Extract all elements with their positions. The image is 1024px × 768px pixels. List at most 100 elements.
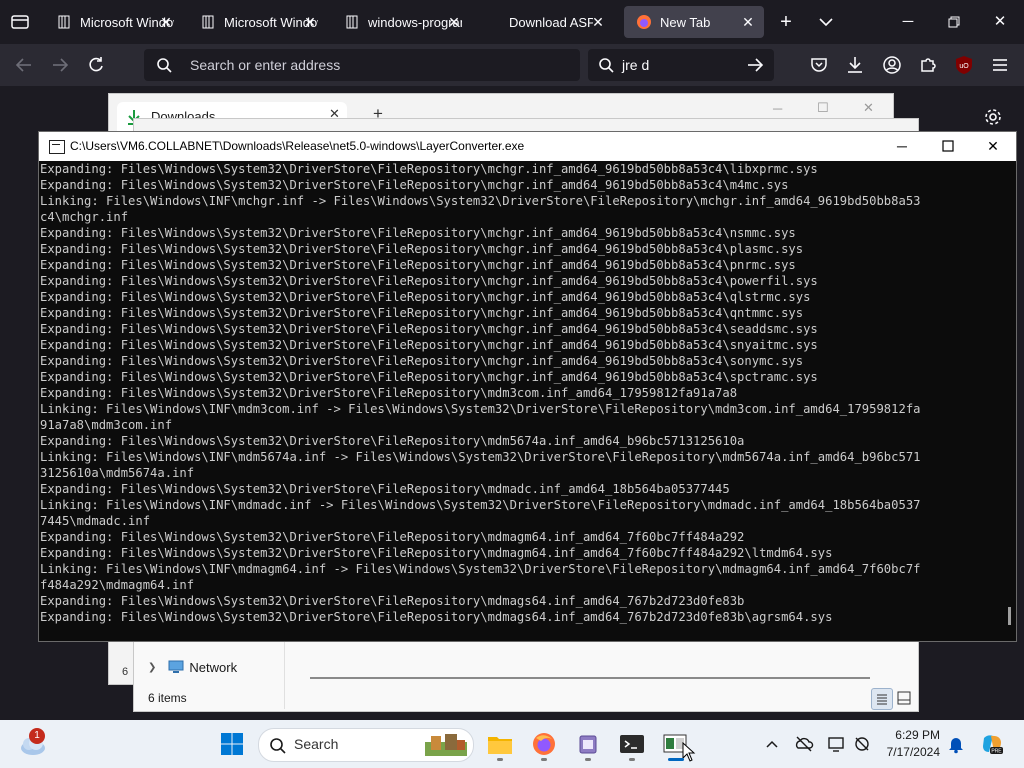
tab-5-active[interactable]: New Tab ✕ [624,6,764,38]
network-tray-icon[interactable] [852,734,872,754]
start-button[interactable] [216,728,248,760]
explorer-minimize-icon[interactable]: ─ [773,101,782,116]
puzzle-icon [921,58,936,72]
notepad-icon [579,735,597,754]
display-icon [828,737,844,752]
explorer-horizontal-scrollbar[interactable] [310,677,870,679]
console-line: Linking: Files\Windows\INF\mdmagm64.inf … [40,562,921,576]
taskbar-search-box[interactable]: Search [258,728,474,762]
gear-icon [985,109,1001,125]
account-button[interactable] [881,54,903,76]
chevron-right-icon[interactable]: ❯ [148,662,156,673]
pocket-button[interactable] [808,54,830,76]
notifications-button[interactable] [946,734,966,754]
details-view-button[interactable] [871,688,893,710]
search-bar-value: jre d [622,57,650,73]
chevron-up-icon [766,740,778,748]
forward-button[interactable] [48,53,72,77]
tab-3[interactable]: windows-programming ✕ [332,6,470,38]
console-line: Expanding: Files\Windows\System32\Driver… [40,322,818,336]
console-window[interactable]: C:\Users\VM6.COLLABNET\Downloads\Release… [38,131,1017,642]
reload-button[interactable] [84,53,108,77]
explorer-status-item-count: 6 items [148,691,187,705]
tab-overview-button[interactable] [10,12,30,32]
console-app-icon [49,140,65,154]
tab-close-icon[interactable]: ✕ [302,14,318,30]
minimize-button[interactable]: ─ [896,10,920,34]
folder-icon [488,737,512,754]
console-close-button[interactable]: ✕ [970,132,1016,161]
extensions-button[interactable] [917,54,939,76]
console-output[interactable]: Expanding: Files\Windows\System32\Driver… [40,161,998,639]
explorer-pane-divider [284,639,285,709]
console-titlebar[interactable]: C:\Users\VM6.COLLABNET\Downloads\Release… [39,132,1016,161]
taskbar-layerconverter[interactable] [660,728,696,762]
blank-tab-icon [496,14,497,30]
close-icon: ✕ [993,13,1007,30]
explorer-back-status: 6 [122,666,129,678]
svg-text:PRE: PRE [991,749,1002,755]
console-minimize-button[interactable]: ─ [879,132,925,161]
search-highlight-image-icon [425,734,467,756]
tab-close-icon[interactable]: ✕ [446,14,462,30]
console-line: Linking: Files\Windows\INF\mdmadc.inf ->… [40,498,921,512]
onedrive-tray-icon[interactable] [794,734,814,754]
tiles-view-button[interactable] [894,688,914,708]
tab-close-icon[interactable]: ✕ [590,14,606,30]
firefox-running-indicator [541,758,547,761]
console-line: 3125610a\mdm5674a.inf [40,466,195,480]
taskbar-notepad[interactable] [572,728,604,760]
console-line: Expanding: Files\Windows\System32\Driver… [40,306,804,320]
console-line: Expanding: Files\Windows\System32\Driver… [40,530,745,544]
ublock-button[interactable]: uO [953,54,975,76]
firefox-icon [533,733,555,755]
clock-date: 7/17/2024 [886,745,940,759]
display-tray-icon[interactable] [826,734,846,754]
copilot-button[interactable]: PRE [980,732,1004,756]
explorer-close-icon[interactable]: ✕ [863,100,874,116]
document-tab-icon [344,14,360,30]
downloads-button[interactable] [844,54,866,76]
nav-pane-network[interactable]: ❯ Network [148,657,237,677]
app-menu-button[interactable] [989,54,1011,76]
console-scrollbar-thumb[interactable] [1008,607,1011,625]
console-line: Expanding: Files\Windows\System32\Driver… [40,482,730,496]
taskbar-firefox[interactable] [528,728,560,760]
console-line: Expanding: Files\Windows\System32\Driver… [40,274,818,288]
console-line: Expanding: Files\Windows\System32\Driver… [40,610,833,624]
list-all-tabs-button[interactable] [814,10,838,34]
search-icon [157,58,172,73]
back-button[interactable] [12,53,36,77]
tab-2[interactable]: Microsoft Windows ✕ [188,6,326,38]
tab-close-icon[interactable]: ✕ [740,14,756,30]
windows-logo-icon [221,733,243,755]
show-hidden-icons-button[interactable] [762,734,782,754]
download-icon [848,57,862,73]
tab-1[interactable]: Microsoft Windows ✕ [44,6,182,38]
console-line: Linking: Files\Windows\INF\mdm5674a.inf … [40,450,921,464]
console-line: Expanding: Files\Windows\System32\Driver… [40,546,833,560]
newtab-settings-button[interactable] [982,106,1004,128]
url-bar[interactable]: Search or enter address [144,49,580,81]
taskbar-terminal[interactable] [616,728,648,760]
close-icon: ✕ [987,138,999,154]
tab-title: Download ASP.NET [509,14,593,30]
go-arrow-icon[interactable] [746,57,764,73]
notepad-running-indicator [585,758,591,761]
console-line: Expanding: Files\Windows\System32\Driver… [40,178,789,192]
windows-taskbar: Search 6:29 PM 7/17/2024 PRE [0,720,1024,768]
close-window-button[interactable]: ✕ [988,10,1012,34]
console-line: Expanding: Files\Windows\System32\Driver… [40,386,738,400]
tab-4[interactable]: Download ASP.NET ✕ [476,6,614,38]
console-maximize-button[interactable] [925,132,971,161]
restore-button[interactable] [942,10,966,34]
new-tab-button[interactable]: + [774,10,798,34]
account-icon [883,56,901,74]
search-bar[interactable]: jre d [588,49,774,81]
explorer-maximize-icon[interactable]: ☐ [817,100,829,116]
tab-overview-icon [11,15,29,29]
taskbar-file-explorer[interactable] [484,728,516,760]
cloud-offline-icon [795,736,814,752]
network-icon [168,660,184,673]
tab-close-icon[interactable]: ✕ [158,14,174,30]
